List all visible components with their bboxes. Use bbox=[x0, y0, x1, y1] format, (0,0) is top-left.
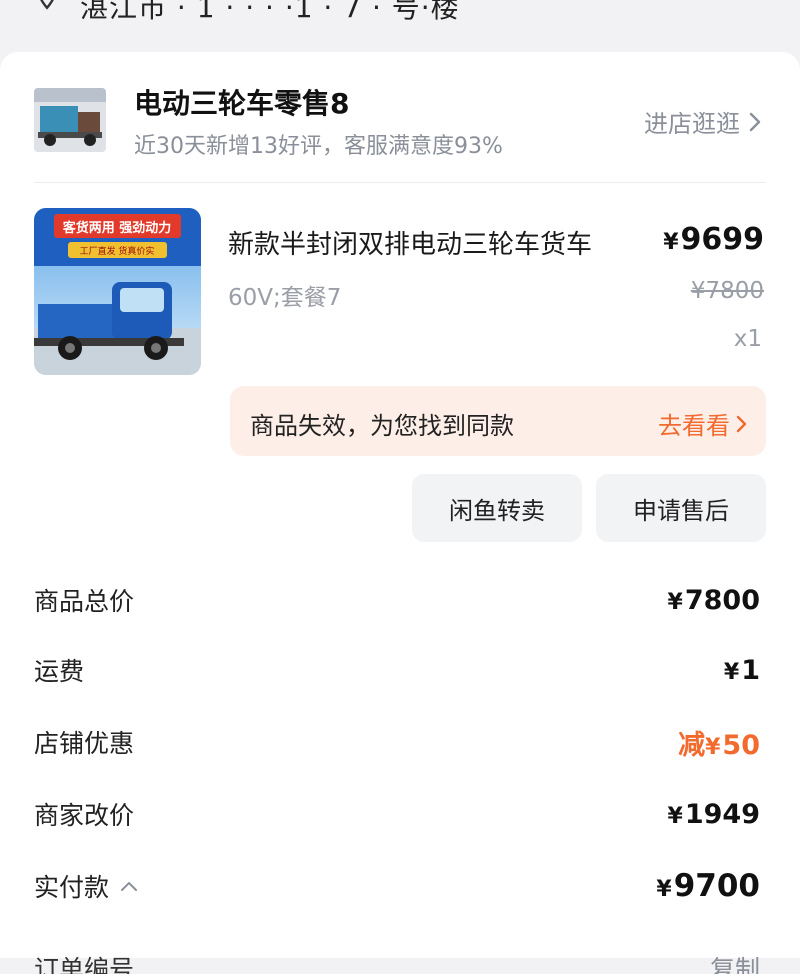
summary-row-paid[interactable]: 实付款 ¥9700 bbox=[34, 866, 760, 906]
summary-row-goods-total: 商品总价 ¥7800 bbox=[34, 580, 760, 620]
summary-label: 商家改价 bbox=[34, 801, 135, 830]
summary-label: 店铺优惠 bbox=[34, 729, 135, 758]
summary-label: 运费 bbox=[34, 657, 85, 686]
product-price: ¥9699 bbox=[663, 222, 764, 257]
copy-order-button[interactable]: 复制 bbox=[710, 950, 760, 974]
currency-symbol: ¥ bbox=[663, 230, 679, 255]
enter-shop-link[interactable]: 进店逛逛 bbox=[644, 104, 762, 139]
summary-value: ¥1949 bbox=[667, 798, 760, 830]
order-number-row: 订单编号 复制 bbox=[34, 944, 760, 974]
summary-value: 减¥50 bbox=[678, 729, 760, 761]
location-pin-icon bbox=[40, 0, 54, 10]
find-similar-label: 去看看 bbox=[658, 412, 730, 440]
chevron-up-icon bbox=[121, 882, 138, 891]
shop-avatar[interactable] bbox=[34, 88, 106, 152]
summary-row-shop-discount: 店铺优惠 减¥50 bbox=[34, 722, 760, 762]
resell-button[interactable]: 闲鱼转卖 bbox=[412, 474, 582, 542]
chevron-right-icon bbox=[749, 112, 761, 131]
product-image[interactable]: 客货两用 强劲动力 工厂直发 货真价实 bbox=[34, 208, 201, 375]
address-text: 湛江市 · 1 · · · ·1 · 7 · 号·楼 bbox=[80, 0, 460, 24]
after-sale-button[interactable]: 申请售后 bbox=[596, 474, 766, 542]
find-similar-link[interactable]: 去看看 bbox=[658, 406, 748, 441]
product-image-subbanner: 工厂直发 货真价实 bbox=[80, 245, 155, 257]
summary-row-shipping: 运费 ¥1 bbox=[34, 650, 760, 690]
summary-value: ¥9700 bbox=[656, 868, 760, 904]
product-title[interactable]: 新款半封闭双排电动三轮车货车 bbox=[228, 224, 592, 261]
shop-name[interactable]: 电动三轮车零售8 bbox=[134, 82, 349, 122]
product-price-value: 9699 bbox=[680, 222, 765, 257]
shop-rating-summary: 近30天新增13好评，客服满意度93% bbox=[134, 134, 503, 159]
order-number-label: 订单编号 bbox=[34, 955, 135, 974]
summary-row-price-adjust: 商家改价 ¥1949 bbox=[34, 794, 760, 834]
product-spec: 60V;套餐7 bbox=[228, 285, 342, 311]
address-bar: 湛江市 · 1 · · · ·1 · 7 · 号·楼 bbox=[0, 0, 800, 38]
summary-label: 实付款 bbox=[34, 868, 139, 904]
product-original-price: ¥7800 bbox=[690, 278, 764, 304]
product-quantity: x1 bbox=[733, 326, 762, 352]
summary-value: ¥7800 bbox=[667, 584, 760, 616]
summary-label: 商品总价 bbox=[34, 587, 135, 616]
invalid-product-message: 商品失效，为您找到同款 bbox=[250, 412, 514, 440]
invalid-product-banner[interactable]: 商品失效，为您找到同款 去看看 bbox=[230, 386, 766, 456]
order-card: 电动三轮车零售8 近30天新增13好评，客服满意度93% 进店逛逛 客货两用 强… bbox=[0, 52, 800, 974]
divider bbox=[34, 182, 766, 183]
enter-shop-label: 进店逛逛 bbox=[644, 110, 740, 138]
summary-value: ¥1 bbox=[723, 654, 760, 686]
product-image-banner: 客货两用 强劲动力 bbox=[63, 220, 172, 236]
chevron-right-icon bbox=[736, 415, 747, 432]
